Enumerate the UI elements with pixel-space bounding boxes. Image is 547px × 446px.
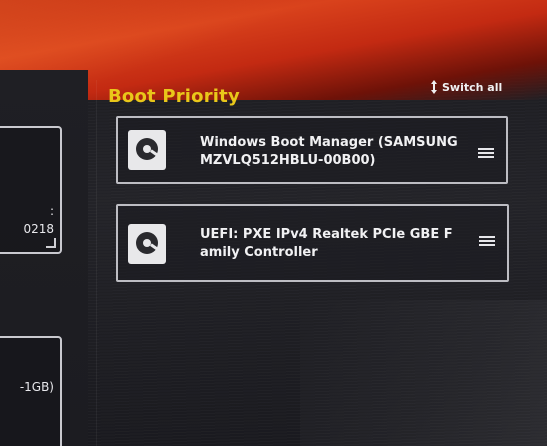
resize-corner-icon — [46, 238, 56, 248]
switch-all-button[interactable]: Switch all — [430, 80, 502, 94]
left-card-text: 0218 — [23, 222, 54, 236]
boot-item-label: UEFI: PXE IPv4 Realtek PCIe GBE Family C… — [200, 227, 453, 260]
bios-screen: : 0218 -1GB) Boot Priority Switch all Wi… — [0, 0, 547, 446]
screen-glare — [300, 300, 547, 446]
boot-item-label: Windows Boot Manager (SAMSUNG MZVLQ512HB… — [200, 135, 458, 168]
boot-priority-title: Boot Priority — [108, 86, 240, 107]
hard-disk-icon — [128, 130, 166, 170]
switch-all-label: Switch all — [442, 80, 503, 94]
boot-item-uefi-pxe[interactable]: UEFI: PXE IPv4 Realtek PCIe GBE Family C… — [116, 204, 509, 282]
left-card-text: -1GB) — [19, 380, 54, 394]
left-info-card[interactable]: -1GB) — [0, 336, 62, 446]
drag-handle-icon[interactable] — [479, 236, 495, 246]
drag-handle-icon[interactable] — [478, 148, 494, 158]
left-card-text: : — [49, 204, 54, 218]
boot-item-windows-boot-manager[interactable]: Windows Boot Manager (SAMSUNG MZVLQ512HB… — [116, 116, 508, 184]
swap-vertical-icon — [430, 80, 439, 94]
panel-divider — [96, 80, 97, 446]
left-info-card[interactable]: : 0218 — [0, 126, 62, 254]
hard-disk-icon — [128, 224, 166, 264]
